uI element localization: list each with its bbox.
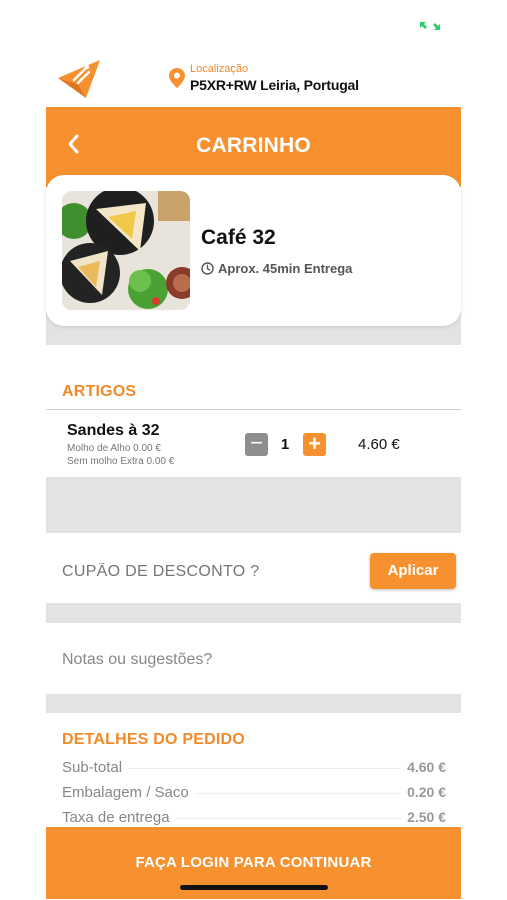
item-option: Molho de Alho 0.00 €	[67, 443, 161, 454]
item-price: 4.60 €	[358, 436, 400, 453]
app-logo-icon	[58, 60, 100, 98]
restaurant-photo	[62, 191, 190, 310]
divider-band	[46, 694, 461, 713]
item-quantity: 1	[280, 436, 290, 453]
detail-value: 4.60 €	[401, 759, 446, 775]
item-name: Sandes à 32	[67, 422, 160, 439]
order-details-title: DETALHES DO PEDIDO	[62, 731, 245, 748]
detail-value: 2.50 €	[401, 809, 446, 825]
detail-label: Embalagem / Saco	[62, 784, 195, 801]
divider-band	[46, 603, 461, 623]
items-section-title: ARTIGOS	[62, 383, 137, 400]
item-option: Sem molho Extra 0.00 €	[67, 456, 175, 467]
detail-row-subtotal: Sub-total 4.60 €	[62, 759, 446, 777]
detail-value: 0.20 €	[401, 784, 446, 800]
location-value[interactable]: P5XR+RW Leiria, Portugal	[190, 77, 359, 93]
home-indicator[interactable]	[180, 885, 328, 890]
increase-quantity-button[interactable]: +	[303, 433, 326, 456]
divider	[46, 409, 461, 410]
restaurant-name: Café 32	[201, 226, 276, 249]
page-title: CARRINHO	[196, 134, 311, 157]
notes-input[interactable]: Notas ou sugestões?	[62, 651, 442, 671]
divider-band	[46, 477, 461, 533]
location-pin-icon	[169, 68, 185, 88]
top-bar: Localização P5XR+RW Leiria, Portugal	[0, 50, 507, 106]
coupon-input[interactable]	[62, 562, 352, 582]
detail-row-packaging: Embalagem / Saco 0.20 €	[62, 784, 446, 802]
detail-row-delivery-fee: Taxa de entrega 2.50 €	[62, 809, 446, 827]
decrease-quantity-button[interactable]: −	[245, 432, 268, 456]
restaurant-card[interactable]: Café 32 Aprox. 45min Entrega	[46, 175, 461, 326]
delivery-time: Aprox. 45min Entrega	[218, 261, 353, 276]
apply-coupon-button[interactable]: Aplicar	[370, 553, 456, 589]
detail-label: Sub-total	[62, 759, 129, 776]
clock-icon	[201, 262, 214, 275]
detail-label: Taxa de entrega	[62, 809, 176, 826]
arrows-expand-icon	[419, 21, 441, 31]
location-label: Localização	[190, 63, 249, 75]
